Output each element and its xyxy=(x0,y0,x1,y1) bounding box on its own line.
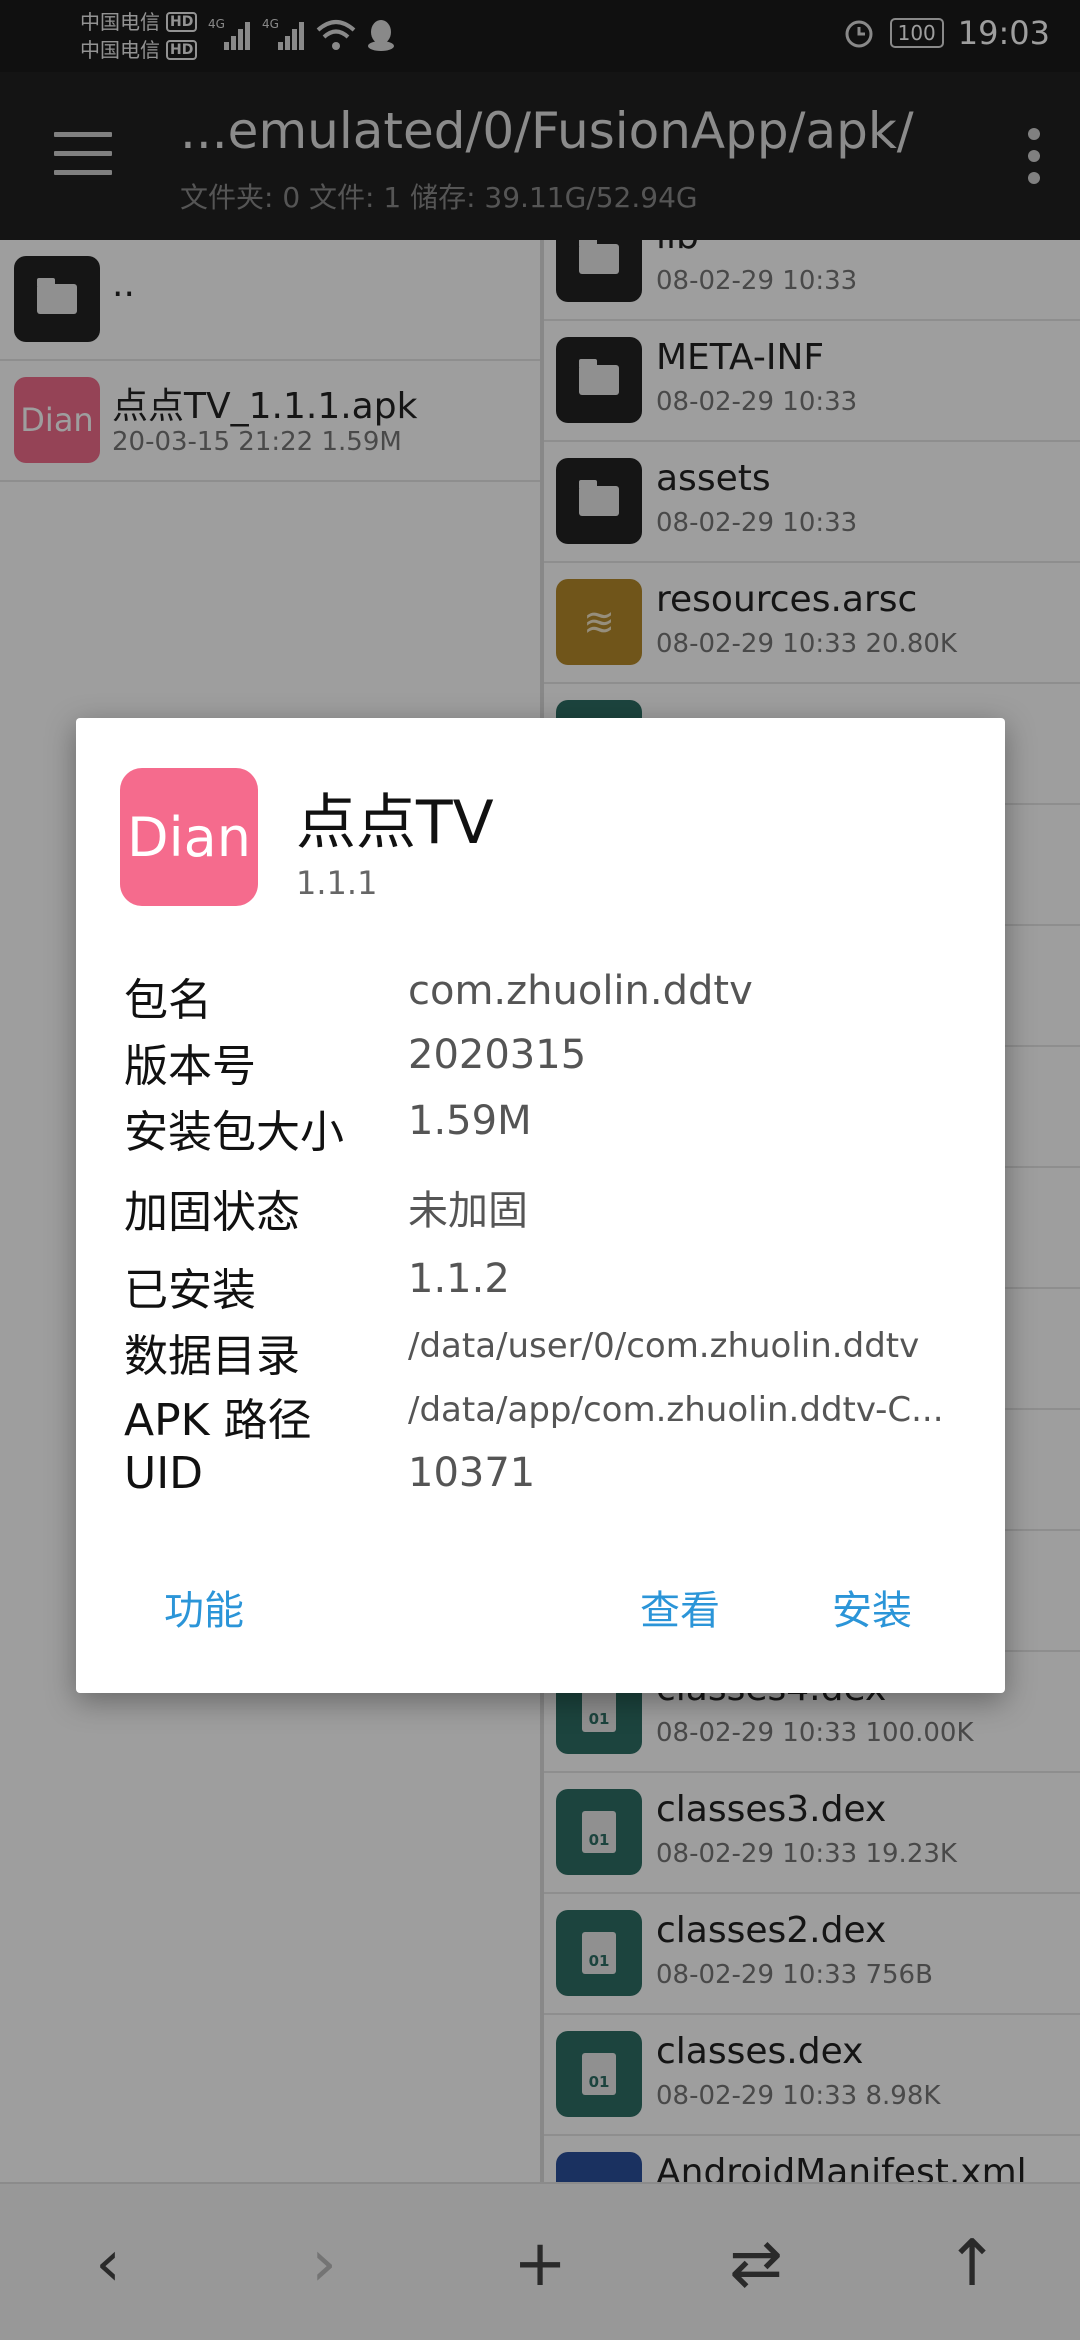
info-value: 2020315 xyxy=(408,1032,587,1078)
info-value: 10371 xyxy=(408,1450,536,1496)
info-label: 安装包大小 xyxy=(124,1107,344,1158)
info-label: 已安装 xyxy=(124,1265,256,1316)
function-button[interactable]: 功能 xyxy=(164,1578,244,1636)
app-version: 1.1.1 xyxy=(296,864,378,902)
install-button[interactable]: 安装 xyxy=(832,1578,912,1636)
info-label: APK 路径 xyxy=(124,1395,312,1446)
info-value: 未加固 xyxy=(408,1188,528,1234)
info-value: 1.1.2 xyxy=(408,1256,510,1302)
apk-info-dialog: Dian 点点TV 1.1.1 包名 com.zhuolin.ddtv 版本号 … xyxy=(76,718,1005,1693)
info-label: 加固状态 xyxy=(124,1187,300,1238)
app-icon: Dian xyxy=(120,768,258,906)
app-name: 点点TV xyxy=(296,788,494,858)
info-label: UID xyxy=(124,1448,204,1499)
info-label: 版本号 xyxy=(124,1041,256,1092)
info-label: 数据目录 xyxy=(124,1331,300,1382)
view-button[interactable]: 查看 xyxy=(640,1578,720,1636)
info-label: 包名 xyxy=(124,975,212,1026)
info-value: 1.59M xyxy=(408,1098,532,1144)
info-value: com.zhuolin.ddtv xyxy=(408,968,753,1014)
info-value: /data/app/com.zhuolin.ddtv-C... xyxy=(408,1390,944,1430)
info-value: /data/user/0/com.zhuolin.ddtv xyxy=(408,1326,920,1366)
